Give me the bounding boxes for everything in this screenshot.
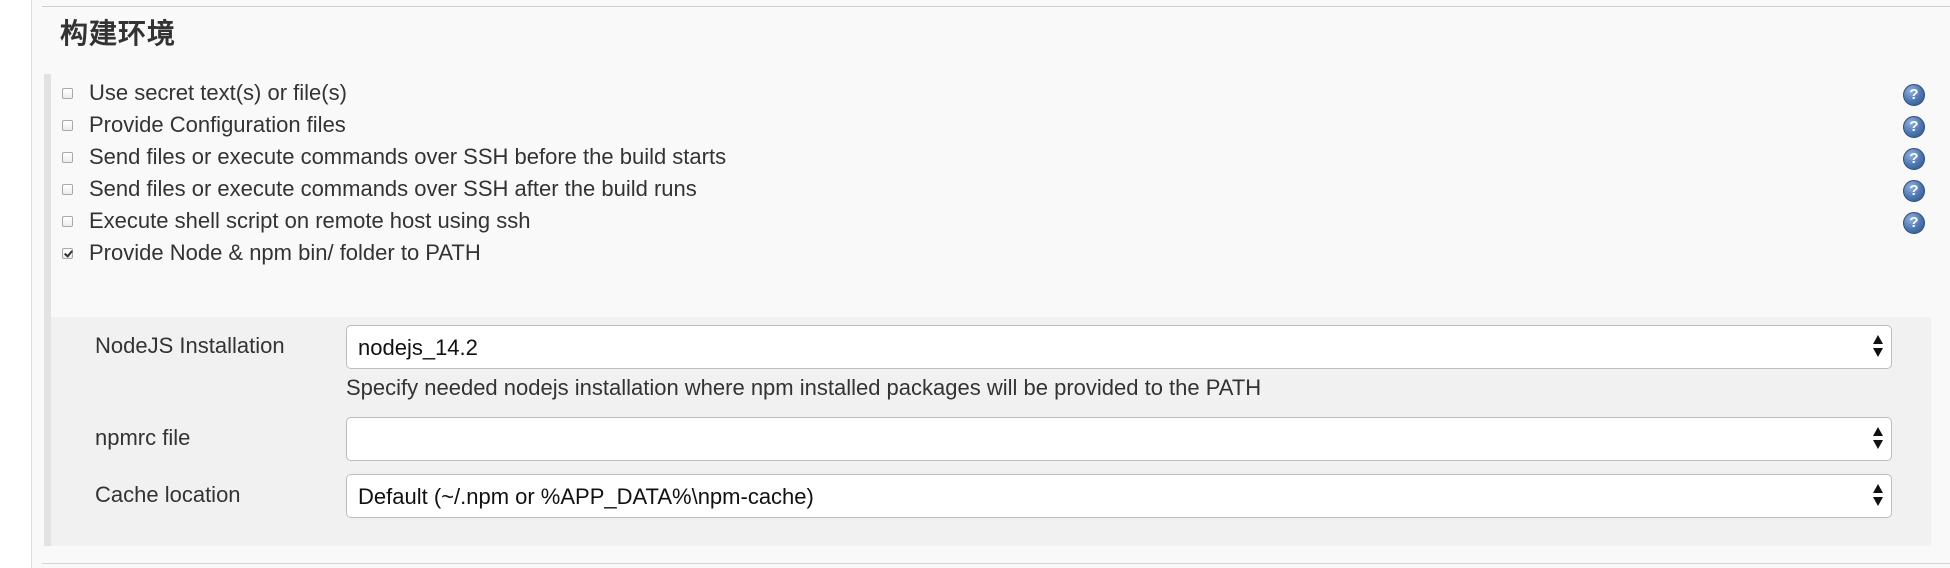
checkbox-provide-config-files[interactable] (62, 120, 73, 131)
option-label[interactable]: Send files or execute commands over SSH … (89, 176, 697, 202)
help-icon[interactable]: ? (1903, 148, 1925, 170)
help-icon[interactable]: ? (1903, 212, 1925, 234)
build-environment-panel: 构建环境 Use secret text(s) or file(s) ? Pro… (31, 0, 1950, 568)
cache-location-value: Default (~/.npm or %APP_DATA%\npm-cache) (358, 484, 814, 509)
nodejs-installation-description: Specify needed nodejs installation where… (346, 375, 1262, 400)
npmrc-file-select[interactable] (346, 417, 1892, 461)
help-icon[interactable]: ? (1903, 84, 1925, 106)
checkbox-remote-shell-ssh[interactable] (62, 216, 73, 227)
node-npm-config-section: NodeJS Installation nodejs_14.2 Specify … (51, 317, 1931, 546)
build-environment-options: Use secret text(s) or file(s) ? Provide … (44, 74, 1931, 546)
option-label[interactable]: Provide Node & npm bin/ folder to PATH (89, 240, 481, 266)
option-label[interactable]: Provide Configuration files (89, 112, 346, 138)
option-label[interactable]: Use secret text(s) or file(s) (89, 80, 347, 106)
bottom-divider (42, 563, 1950, 564)
select-arrows-icon (1871, 424, 1885, 454)
help-icon[interactable]: ? (1903, 116, 1925, 138)
nodejs-installation-value: nodejs_14.2 (358, 335, 478, 360)
select-arrows-icon (1871, 332, 1885, 362)
nodejs-installation-select[interactable]: nodejs_14.2 (346, 325, 1892, 369)
section-title: 构建环境 (60, 18, 177, 49)
option-node-npm-path: Provide Node & npm bin/ folder to PATH (51, 234, 1931, 274)
option-label[interactable]: Execute shell script on remote host usin… (89, 208, 530, 234)
checkbox-ssh-after-build[interactable] (62, 184, 73, 195)
checkbox-node-npm-path[interactable] (62, 248, 73, 259)
npmrc-file-label: npmrc file (95, 425, 191, 450)
top-divider (42, 6, 1950, 7)
help-icon[interactable]: ? (1903, 180, 1925, 202)
select-arrows-icon (1871, 481, 1885, 511)
option-label[interactable]: Send files or execute commands over SSH … (89, 144, 726, 170)
nodejs-installation-label: NodeJS Installation (95, 333, 285, 358)
checkbox-ssh-before-build[interactable] (62, 152, 73, 163)
checkbox-use-secret-text[interactable] (62, 88, 73, 99)
cache-location-select[interactable]: Default (~/.npm or %APP_DATA%\npm-cache) (346, 474, 1892, 518)
cache-location-label: Cache location (95, 482, 241, 507)
